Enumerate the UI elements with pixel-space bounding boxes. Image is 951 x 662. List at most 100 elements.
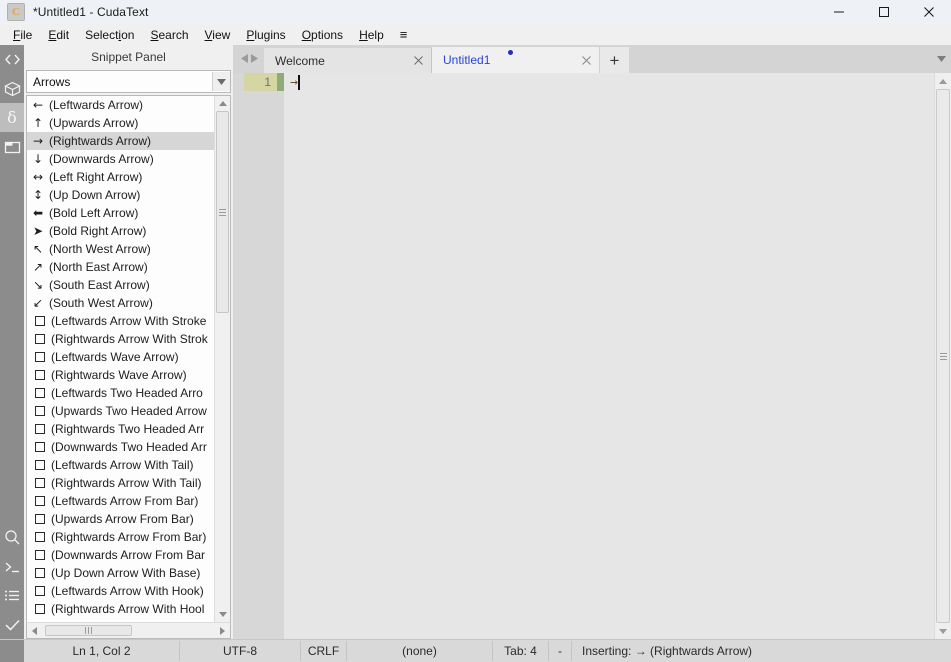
- menu-file[interactable]: File: [5, 26, 40, 44]
- snippet-label: (Downwards Two Headed Arr: [51, 440, 207, 454]
- close-icon[interactable]: [906, 0, 951, 24]
- search-icon[interactable]: [0, 523, 24, 552]
- status-line-ending[interactable]: CRLF: [301, 641, 347, 661]
- box-icon[interactable]: [0, 74, 24, 103]
- panel-icon[interactable]: [0, 132, 24, 161]
- status-encoding[interactable]: UTF-8: [180, 641, 301, 661]
- menu-search[interactable]: Search: [142, 26, 196, 44]
- next-tab-icon[interactable]: [251, 50, 258, 68]
- snippet-list-item[interactable]: ↘(South East Arrow): [27, 276, 214, 294]
- grip-icon: [940, 351, 947, 362]
- tab-untitled1[interactable]: Untitled1: [432, 47, 599, 73]
- menu-selection[interactable]: Selection: [77, 26, 142, 44]
- text-caret: [298, 75, 300, 90]
- missing-glyph-icon: [35, 586, 45, 596]
- snippet-label: (Up Down Arrow): [49, 188, 140, 202]
- snippet-glyph: ↙: [33, 296, 46, 310]
- console-icon[interactable]: [0, 552, 24, 581]
- snippet-list[interactable]: ←(Leftwards Arrow)↑(Upwards Arrow)→(Righ…: [27, 96, 214, 622]
- tab-list-dropdown-icon[interactable]: [931, 45, 951, 73]
- menu-options[interactable]: Options: [294, 26, 351, 44]
- close-icon[interactable]: [411, 54, 425, 68]
- snippet-label: (Leftwards Wave Arrow): [51, 350, 179, 364]
- status-tab-size[interactable]: Tab: 4: [493, 641, 549, 661]
- snippet-label: (Leftwards Arrow): [49, 98, 143, 112]
- snippet-label: (Rightwards Arrow With Hool: [51, 602, 204, 616]
- editor-vscrollbar[interactable]: [934, 73, 951, 639]
- snippet-list-item[interactable]: (Leftwards Two Headed Arro: [27, 384, 214, 402]
- check-icon[interactable]: [0, 610, 24, 639]
- close-icon[interactable]: [579, 53, 593, 67]
- menu-edit[interactable]: Edit: [40, 26, 77, 44]
- snippet-list-item[interactable]: ↖(North West Arrow): [27, 240, 214, 258]
- snippet-list-item[interactable]: ↓(Downwards Arrow): [27, 150, 214, 168]
- snippet-label: (Leftwards Arrow With Hook): [51, 584, 204, 598]
- hscroll-track[interactable]: [42, 624, 215, 637]
- scroll-up-icon[interactable]: [935, 73, 951, 89]
- snippet-list-item[interactable]: (Rightwards Two Headed Arr: [27, 420, 214, 438]
- modified-indicator: [508, 50, 513, 55]
- snippet-list-item[interactable]: ←(Leftwards Arrow): [27, 96, 214, 114]
- snippet-list-item[interactable]: (Downwards Arrow From Bar: [27, 546, 214, 564]
- snippet-list-item[interactable]: (Rightwards Wave Arrow): [27, 366, 214, 384]
- minimize-icon[interactable]: [816, 0, 861, 24]
- snippet-list-item[interactable]: (Rightwards Arrow With Strok: [27, 330, 214, 348]
- status-separator[interactable]: -: [549, 641, 572, 661]
- menu-plugins[interactable]: Plugins: [238, 26, 293, 44]
- snippet-label: (Rightwards Arrow With Tail): [51, 476, 201, 490]
- snippet-list-item[interactable]: (Leftwards Wave Arrow): [27, 348, 214, 366]
- menu-view[interactable]: View: [197, 26, 239, 44]
- snippet-list-item[interactable]: (Leftwards Arrow With Hook): [27, 582, 214, 600]
- status-caret-position[interactable]: Ln 1, Col 2: [24, 641, 180, 661]
- scroll-down-icon[interactable]: [935, 623, 951, 639]
- snippet-list-vscrollbar[interactable]: [214, 96, 230, 622]
- hscroll-thumb[interactable]: [45, 625, 132, 636]
- scroll-down-icon[interactable]: [215, 607, 230, 622]
- scroll-right-icon[interactable]: [215, 624, 230, 637]
- code-brackets-icon[interactable]: [0, 45, 24, 74]
- snippet-list-item[interactable]: →(Rightwards Arrow): [27, 132, 214, 150]
- snippet-list-item[interactable]: ↑(Upwards Arrow): [27, 114, 214, 132]
- scroll-left-icon[interactable]: [27, 624, 42, 637]
- delta-icon[interactable]: δ: [0, 103, 24, 132]
- scroll-up-icon[interactable]: [215, 96, 230, 111]
- chevron-down-icon[interactable]: [212, 72, 230, 91]
- snippet-category-select[interactable]: Arrows: [26, 70, 231, 93]
- snippet-list-item[interactable]: (Rightwards Arrow From Bar): [27, 528, 214, 546]
- snippet-list-item[interactable]: (Leftwards Arrow From Bar): [27, 492, 214, 510]
- snippet-list-item[interactable]: (Leftwards Arrow With Tail): [27, 456, 214, 474]
- snippet-list-item[interactable]: ↙(South West Arrow): [27, 294, 214, 312]
- tab-welcome[interactable]: Welcome: [264, 48, 432, 73]
- window-controls: [816, 0, 951, 24]
- snippet-list-hscrollbar[interactable]: [26, 622, 231, 639]
- snippet-list-item[interactable]: (Up Down Arrow With Base): [27, 564, 214, 582]
- vscroll-track[interactable]: [215, 111, 230, 607]
- snippet-list-item[interactable]: (Rightwards Arrow With Tail): [27, 474, 214, 492]
- snippet-list-item[interactable]: (Downwards Two Headed Arr: [27, 438, 214, 456]
- status-lexer[interactable]: (none): [347, 641, 493, 661]
- snippet-list-item[interactable]: (Leftwards Arrow With Loop): [27, 618, 214, 622]
- new-tab-button[interactable]: +: [599, 47, 629, 73]
- maximize-icon[interactable]: [861, 0, 906, 24]
- snippet-list-item[interactable]: ↔(Left Right Arrow): [27, 168, 214, 186]
- prev-tab-icon[interactable]: [241, 50, 248, 68]
- missing-glyph-icon: [35, 406, 45, 416]
- snippet-label: (Upwards Arrow): [49, 116, 138, 130]
- snippet-list-item[interactable]: ↕(Up Down Arrow): [27, 186, 214, 204]
- side-rail-top: δ: [0, 45, 24, 161]
- snippet-list-item[interactable]: (Upwards Two Headed Arrow: [27, 402, 214, 420]
- vscroll-thumb[interactable]: [216, 111, 229, 313]
- code-editor[interactable]: →: [284, 73, 934, 639]
- list-icon[interactable]: [0, 581, 24, 610]
- snippet-list-item[interactable]: (Leftwards Arrow With Stroke: [27, 312, 214, 330]
- snippet-list-item[interactable]: (Rightwards Arrow With Hool: [27, 600, 214, 618]
- editor-vscroll-track[interactable]: [935, 89, 951, 623]
- menu-help[interactable]: Help: [351, 26, 392, 44]
- menu-burger-icon[interactable]: ≡: [392, 26, 416, 43]
- snippet-label: (Rightwards Two Headed Arr: [51, 422, 204, 436]
- editor-vscroll-thumb[interactable]: [936, 89, 950, 623]
- snippet-list-item[interactable]: (Upwards Arrow From Bar): [27, 510, 214, 528]
- snippet-list-item[interactable]: ↗(North East Arrow): [27, 258, 214, 276]
- snippet-list-item[interactable]: ➤(Bold Right Arrow): [27, 222, 214, 240]
- snippet-list-item[interactable]: ⬅(Bold Left Arrow): [27, 204, 214, 222]
